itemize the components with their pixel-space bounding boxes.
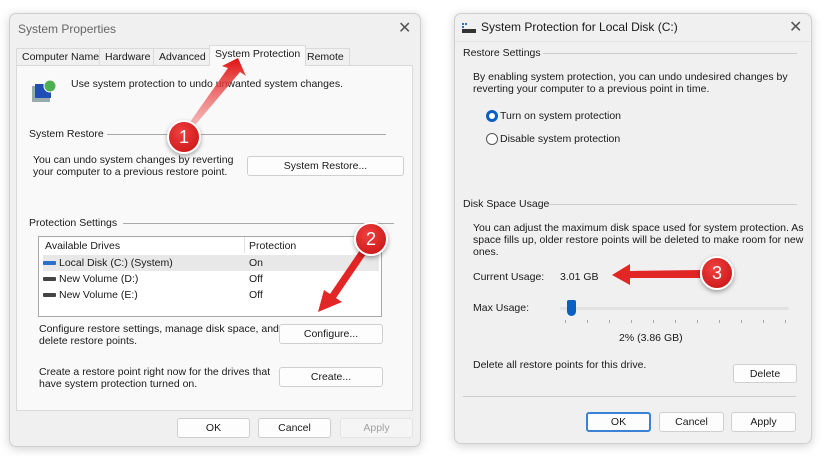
annotation-badge-2: 2 (354, 222, 388, 256)
annotation-arrows (190, 58, 700, 312)
annotation-badge-3: 3 (700, 256, 734, 290)
arrow-1 (190, 58, 246, 124)
arrow-2 (318, 250, 366, 312)
annotation-badge-1: 1 (167, 120, 201, 154)
arrow-3 (612, 264, 700, 285)
